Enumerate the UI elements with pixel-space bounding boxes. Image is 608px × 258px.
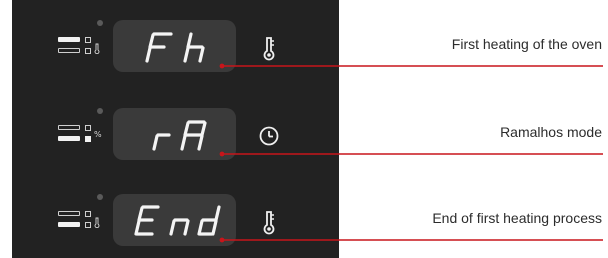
indicator-bar-top [58,125,80,130]
thermometer-small-icon [94,43,100,56]
segment-display [113,20,236,72]
mode-indicator [58,33,108,65]
indicator-square-top [85,125,91,131]
indicator-bar-bottom [58,48,80,53]
segment-display [113,194,236,246]
indicator-bar-bottom [58,136,80,141]
mode-indicator [58,207,108,239]
indicator-square-top [85,37,91,43]
status-led [97,108,103,114]
indicator-square-bottom [85,48,91,54]
indicator-bar-bottom [58,222,80,227]
indicator-square-top [85,211,91,217]
percent-icon: % [94,130,102,139]
display-row-first-heating: First heating of the oven [0,8,608,88]
indicator-bar-top [58,37,80,42]
row-caption: End of first heating process [432,210,602,226]
indicator-square-bottom [85,136,91,142]
status-led [97,20,103,26]
segment-display-text [152,120,207,151]
status-led [97,194,103,200]
segment-display-text [145,32,205,63]
row-caption: Ramalhos mode [500,124,602,140]
segment-display-text [134,205,221,236]
display-row-ramalhos-mode: % Ramalhos mode [0,96,608,176]
segment-display [113,108,236,160]
mode-indicator: % [58,121,108,153]
indicator-bar-top [58,211,80,216]
row-caption: First heating of the oven [451,36,602,52]
display-row-end-heating: End of first heating process [0,182,608,258]
indicator-square-bottom [85,222,91,228]
oven-display-guide: First heating of the oven % Ramalhos mod… [0,0,608,258]
clock-icon [258,123,280,149]
thermometer-icon [258,35,280,61]
thermometer-small-icon [94,217,100,230]
thermometer-icon [258,209,280,235]
